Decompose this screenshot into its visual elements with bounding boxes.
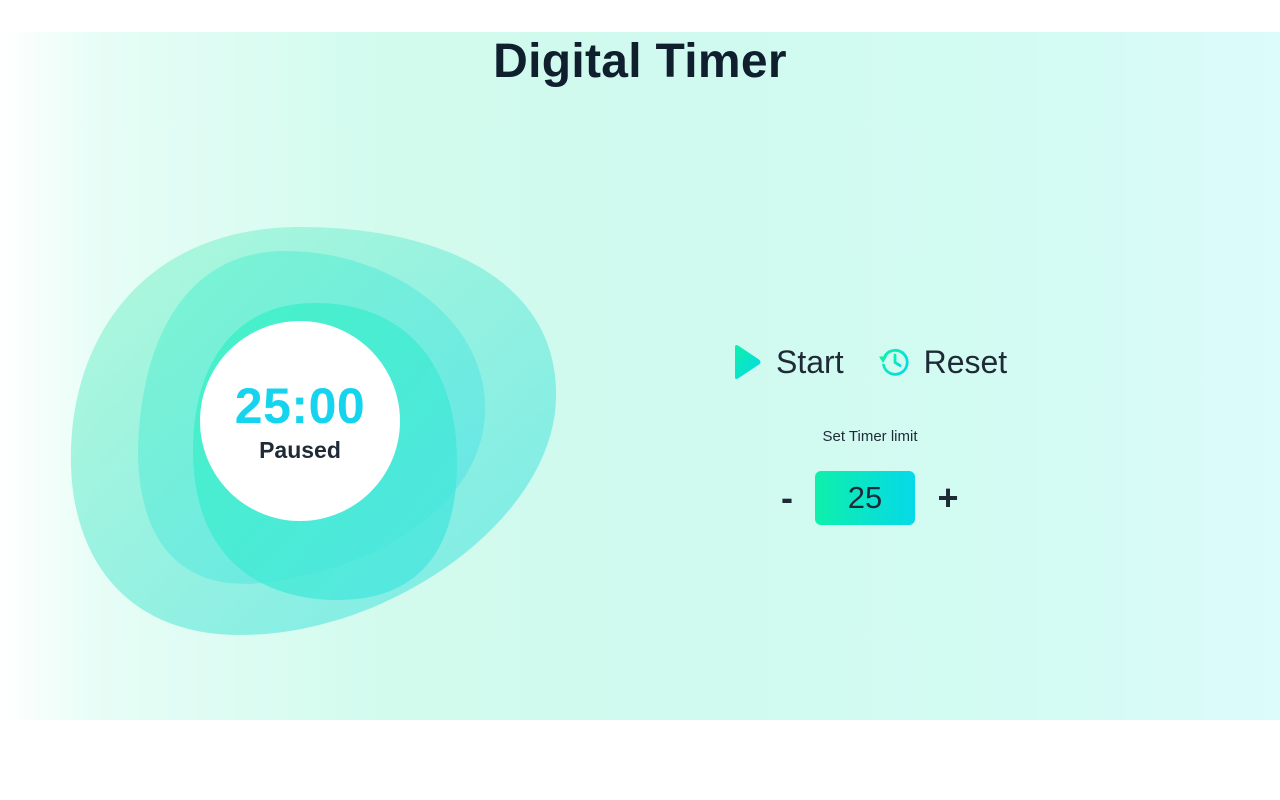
- timer-limit-stepper: - 25 +: [770, 471, 970, 525]
- play-icon: [730, 344, 762, 380]
- timer-limit-value: 25: [815, 471, 915, 525]
- reset-button[interactable]: Reset: [878, 343, 1008, 381]
- start-button[interactable]: Start: [730, 344, 844, 381]
- increment-button[interactable]: +: [928, 471, 968, 525]
- timer-status: Paused: [259, 436, 341, 463]
- start-label: Start: [776, 343, 844, 380]
- decrement-button[interactable]: -: [767, 471, 807, 525]
- page-title: Digital Timer: [493, 35, 787, 88]
- timer-time: 25:00: [234, 377, 366, 434]
- timer-limit-label: Set Timer limit: [822, 428, 918, 445]
- reset-label: Reset: [923, 343, 1008, 380]
- timer-controls: Start Reset: [730, 340, 1007, 384]
- timer-display: 25:00 Paused: [200, 321, 400, 521]
- history-icon: [878, 345, 912, 379]
